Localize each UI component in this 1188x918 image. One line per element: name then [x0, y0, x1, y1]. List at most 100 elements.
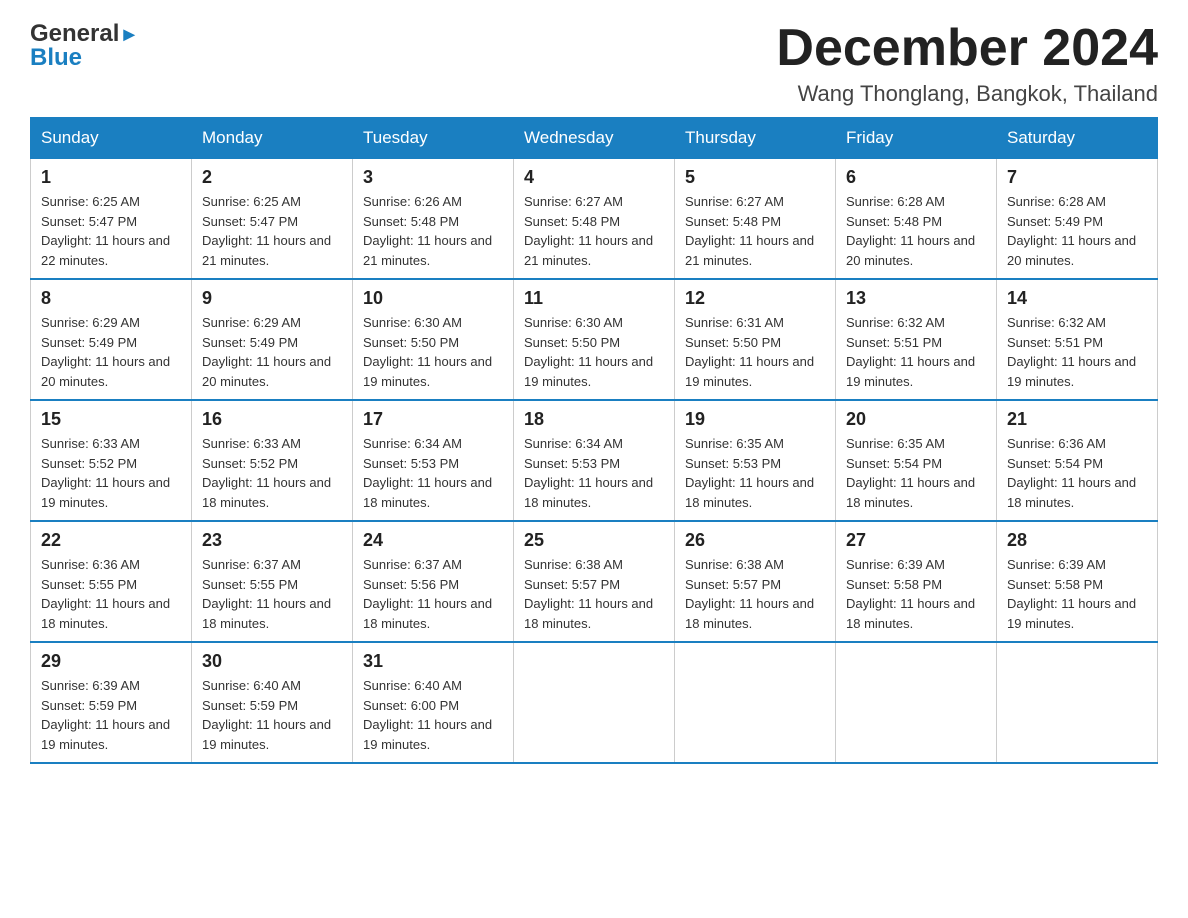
calendar-day-cell: 31 Sunrise: 6:40 AM Sunset: 6:00 PM Dayl… [353, 642, 514, 763]
day-info: Sunrise: 6:38 AM Sunset: 5:57 PM Dayligh… [524, 555, 664, 633]
calendar-day-cell: 13 Sunrise: 6:32 AM Sunset: 5:51 PM Dayl… [836, 279, 997, 400]
day-number: 12 [685, 288, 825, 309]
calendar-day-cell [514, 642, 675, 763]
calendar-day-cell: 14 Sunrise: 6:32 AM Sunset: 5:51 PM Dayl… [997, 279, 1158, 400]
calendar-day-cell: 6 Sunrise: 6:28 AM Sunset: 5:48 PM Dayli… [836, 159, 997, 280]
calendar-day-cell: 4 Sunrise: 6:27 AM Sunset: 5:48 PM Dayli… [514, 159, 675, 280]
calendar-day-cell: 21 Sunrise: 6:36 AM Sunset: 5:54 PM Dayl… [997, 400, 1158, 521]
col-tuesday: Tuesday [353, 118, 514, 159]
day-number: 13 [846, 288, 986, 309]
day-info: Sunrise: 6:39 AM Sunset: 5:58 PM Dayligh… [1007, 555, 1147, 633]
day-number: 17 [363, 409, 503, 430]
day-number: 2 [202, 167, 342, 188]
day-info: Sunrise: 6:35 AM Sunset: 5:54 PM Dayligh… [846, 434, 986, 512]
day-info: Sunrise: 6:30 AM Sunset: 5:50 PM Dayligh… [363, 313, 503, 391]
calendar-day-cell: 24 Sunrise: 6:37 AM Sunset: 5:56 PM Dayl… [353, 521, 514, 642]
calendar-day-cell: 25 Sunrise: 6:38 AM Sunset: 5:57 PM Dayl… [514, 521, 675, 642]
day-number: 21 [1007, 409, 1147, 430]
day-info: Sunrise: 6:32 AM Sunset: 5:51 PM Dayligh… [1007, 313, 1147, 391]
day-number: 26 [685, 530, 825, 551]
day-info: Sunrise: 6:25 AM Sunset: 5:47 PM Dayligh… [41, 192, 181, 270]
day-info: Sunrise: 6:26 AM Sunset: 5:48 PM Dayligh… [363, 192, 503, 270]
day-number: 9 [202, 288, 342, 309]
calendar-day-cell: 1 Sunrise: 6:25 AM Sunset: 5:47 PM Dayli… [31, 159, 192, 280]
title-section: December 2024 Wang Thonglang, Bangkok, T… [776, 20, 1158, 107]
col-sunday: Sunday [31, 118, 192, 159]
calendar-day-cell: 9 Sunrise: 6:29 AM Sunset: 5:49 PM Dayli… [192, 279, 353, 400]
day-info: Sunrise: 6:34 AM Sunset: 5:53 PM Dayligh… [363, 434, 503, 512]
day-number: 15 [41, 409, 181, 430]
day-number: 27 [846, 530, 986, 551]
calendar-day-cell: 23 Sunrise: 6:37 AM Sunset: 5:55 PM Dayl… [192, 521, 353, 642]
day-number: 23 [202, 530, 342, 551]
calendar-title: December 2024 [776, 20, 1158, 77]
calendar-day-cell: 18 Sunrise: 6:34 AM Sunset: 5:53 PM Dayl… [514, 400, 675, 521]
day-info: Sunrise: 6:36 AM Sunset: 5:54 PM Dayligh… [1007, 434, 1147, 512]
calendar-week-row: 1 Sunrise: 6:25 AM Sunset: 5:47 PM Dayli… [31, 159, 1158, 280]
day-number: 25 [524, 530, 664, 551]
calendar-day-cell [997, 642, 1158, 763]
logo: General► Blue [30, 20, 139, 72]
day-number: 16 [202, 409, 342, 430]
calendar-day-cell [836, 642, 997, 763]
day-number: 20 [846, 409, 986, 430]
day-number: 10 [363, 288, 503, 309]
day-info: Sunrise: 6:28 AM Sunset: 5:49 PM Dayligh… [1007, 192, 1147, 270]
day-info: Sunrise: 6:37 AM Sunset: 5:55 PM Dayligh… [202, 555, 342, 633]
col-friday: Friday [836, 118, 997, 159]
day-info: Sunrise: 6:38 AM Sunset: 5:57 PM Dayligh… [685, 555, 825, 633]
day-info: Sunrise: 6:33 AM Sunset: 5:52 PM Dayligh… [41, 434, 181, 512]
day-info: Sunrise: 6:39 AM Sunset: 5:58 PM Dayligh… [846, 555, 986, 633]
day-number: 31 [363, 651, 503, 672]
day-number: 5 [685, 167, 825, 188]
calendar-body: 1 Sunrise: 6:25 AM Sunset: 5:47 PM Dayli… [31, 159, 1158, 764]
calendar-table: Sunday Monday Tuesday Wednesday Thursday… [30, 117, 1158, 764]
calendar-day-cell: 22 Sunrise: 6:36 AM Sunset: 5:55 PM Dayl… [31, 521, 192, 642]
day-info: Sunrise: 6:32 AM Sunset: 5:51 PM Dayligh… [846, 313, 986, 391]
calendar-day-cell: 29 Sunrise: 6:39 AM Sunset: 5:59 PM Dayl… [31, 642, 192, 763]
day-number: 1 [41, 167, 181, 188]
logo-line2: Blue [30, 44, 82, 72]
day-info: Sunrise: 6:33 AM Sunset: 5:52 PM Dayligh… [202, 434, 342, 512]
day-number: 29 [41, 651, 181, 672]
day-info: Sunrise: 6:27 AM Sunset: 5:48 PM Dayligh… [524, 192, 664, 270]
day-number: 18 [524, 409, 664, 430]
calendar-day-cell: 19 Sunrise: 6:35 AM Sunset: 5:53 PM Dayl… [675, 400, 836, 521]
calendar-day-cell: 10 Sunrise: 6:30 AM Sunset: 5:50 PM Dayl… [353, 279, 514, 400]
day-info: Sunrise: 6:37 AM Sunset: 5:56 PM Dayligh… [363, 555, 503, 633]
calendar-day-cell: 15 Sunrise: 6:33 AM Sunset: 5:52 PM Dayl… [31, 400, 192, 521]
day-info: Sunrise: 6:40 AM Sunset: 6:00 PM Dayligh… [363, 676, 503, 754]
calendar-day-cell: 16 Sunrise: 6:33 AM Sunset: 5:52 PM Dayl… [192, 400, 353, 521]
calendar-day-cell: 8 Sunrise: 6:29 AM Sunset: 5:49 PM Dayli… [31, 279, 192, 400]
calendar-day-cell: 2 Sunrise: 6:25 AM Sunset: 5:47 PM Dayli… [192, 159, 353, 280]
calendar-day-cell: 17 Sunrise: 6:34 AM Sunset: 5:53 PM Dayl… [353, 400, 514, 521]
calendar-day-cell: 20 Sunrise: 6:35 AM Sunset: 5:54 PM Dayl… [836, 400, 997, 521]
day-number: 22 [41, 530, 181, 551]
day-number: 6 [846, 167, 986, 188]
day-number: 4 [524, 167, 664, 188]
calendar-week-row: 22 Sunrise: 6:36 AM Sunset: 5:55 PM Dayl… [31, 521, 1158, 642]
calendar-day-cell: 27 Sunrise: 6:39 AM Sunset: 5:58 PM Dayl… [836, 521, 997, 642]
calendar-week-row: 15 Sunrise: 6:33 AM Sunset: 5:52 PM Dayl… [31, 400, 1158, 521]
calendar-day-cell: 7 Sunrise: 6:28 AM Sunset: 5:49 PM Dayli… [997, 159, 1158, 280]
col-monday: Monday [192, 118, 353, 159]
calendar-week-row: 8 Sunrise: 6:29 AM Sunset: 5:49 PM Dayli… [31, 279, 1158, 400]
day-info: Sunrise: 6:40 AM Sunset: 5:59 PM Dayligh… [202, 676, 342, 754]
header-row: Sunday Monday Tuesday Wednesday Thursday… [31, 118, 1158, 159]
day-info: Sunrise: 6:39 AM Sunset: 5:59 PM Dayligh… [41, 676, 181, 754]
day-info: Sunrise: 6:36 AM Sunset: 5:55 PM Dayligh… [41, 555, 181, 633]
calendar-subtitle: Wang Thonglang, Bangkok, Thailand [776, 81, 1158, 107]
day-number: 30 [202, 651, 342, 672]
day-number: 7 [1007, 167, 1147, 188]
calendar-day-cell: 12 Sunrise: 6:31 AM Sunset: 5:50 PM Dayl… [675, 279, 836, 400]
calendar-week-row: 29 Sunrise: 6:39 AM Sunset: 5:59 PM Dayl… [31, 642, 1158, 763]
col-wednesday: Wednesday [514, 118, 675, 159]
day-info: Sunrise: 6:35 AM Sunset: 5:53 PM Dayligh… [685, 434, 825, 512]
calendar-day-cell: 28 Sunrise: 6:39 AM Sunset: 5:58 PM Dayl… [997, 521, 1158, 642]
day-info: Sunrise: 6:27 AM Sunset: 5:48 PM Dayligh… [685, 192, 825, 270]
day-number: 24 [363, 530, 503, 551]
day-number: 14 [1007, 288, 1147, 309]
day-info: Sunrise: 6:30 AM Sunset: 5:50 PM Dayligh… [524, 313, 664, 391]
calendar-day-cell: 5 Sunrise: 6:27 AM Sunset: 5:48 PM Dayli… [675, 159, 836, 280]
day-number: 28 [1007, 530, 1147, 551]
